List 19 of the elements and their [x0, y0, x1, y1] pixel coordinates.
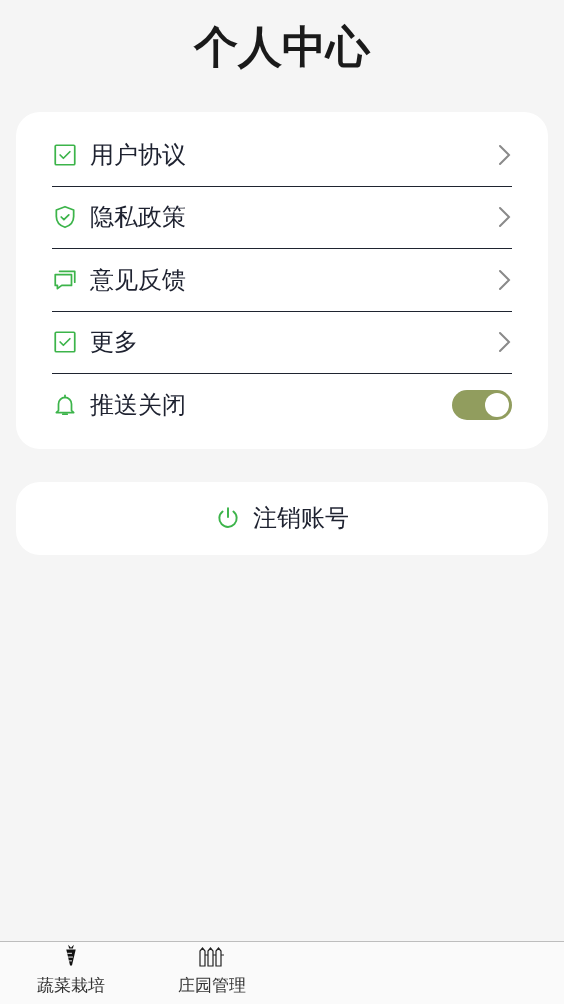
chevron-right-icon[interactable] — [498, 330, 512, 355]
menu-item-label[interactable]: 意见反馈 — [90, 267, 186, 292]
tab-button[interactable]: 蔬菜栽培 — [0, 942, 141, 1004]
menu-item-label[interactable]: 更多 — [90, 330, 138, 355]
menu-item-label[interactable]: 隐私政策 — [90, 205, 186, 230]
chevron-right-icon[interactable] — [498, 205, 512, 230]
logout-button[interactable]: 注销账号 — [16, 481, 548, 555]
menu-item-label[interactable]: 用户协议 — [90, 142, 186, 167]
checkbox-icon — [52, 141, 78, 168]
chevron-right-icon[interactable] — [498, 142, 512, 167]
fence-icon — [197, 944, 226, 967]
tab-button[interactable]: 庄园管理 — [141, 942, 282, 1004]
power-icon — [215, 505, 241, 531]
chevron-right-icon[interactable] — [498, 267, 512, 292]
push-toggle[interactable] — [452, 390, 512, 421]
shield-icon — [52, 204, 78, 231]
checkbox-icon — [52, 329, 78, 356]
page-title: 个人中心 — [194, 25, 370, 69]
menu-item-label: 推送关闭 — [90, 393, 186, 418]
